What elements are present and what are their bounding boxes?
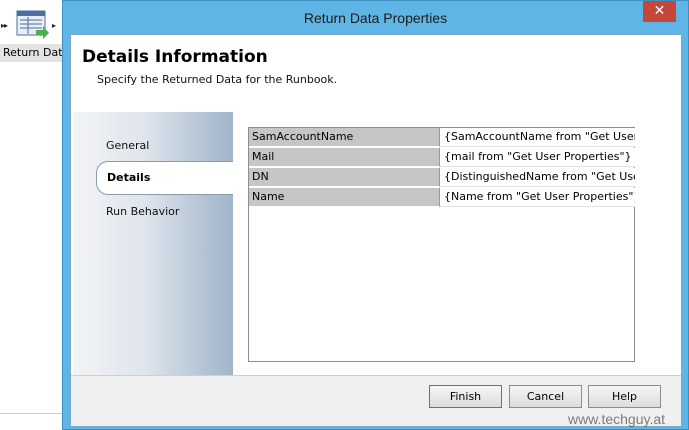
activity-input-arrow-icon: ▸▸ bbox=[1, 21, 8, 30]
returned-data-grid[interactable]: SamAccountName {SamAccountName from "Get… bbox=[248, 127, 635, 362]
table-row[interactable]: DN {DistinguishedName from "Get User Pro… bbox=[249, 168, 635, 188]
nav-item-details-label: Details bbox=[107, 171, 151, 184]
activity-label[interactable]: Return Data bbox=[0, 44, 64, 62]
navigation-pane: General Details Run Behavior bbox=[73, 112, 233, 375]
parameter-value-cell[interactable]: {mail from "Get User Properties"} bbox=[439, 148, 635, 167]
page-title: Details Information bbox=[82, 47, 268, 67]
close-button[interactable]: ✕ bbox=[643, 1, 676, 22]
dialog-client-area: Details Information Specify the Returned… bbox=[70, 34, 682, 427]
nav-item-run-behavior[interactable]: Run Behavior bbox=[106, 205, 179, 218]
return-data-icon[interactable] bbox=[16, 10, 50, 40]
watermark: www.techguy.at bbox=[568, 411, 666, 427]
table-row[interactable]: Mail {mail from "Get User Properties"} bbox=[249, 148, 635, 168]
nav-item-details[interactable]: Details bbox=[96, 161, 233, 195]
content-area: General Details Run Behavior SamAccountN… bbox=[71, 105, 681, 375]
parameter-name-cell: DN bbox=[249, 168, 439, 187]
cancel-button[interactable]: Cancel bbox=[509, 385, 582, 408]
table-row[interactable]: SamAccountName {SamAccountName from "Get… bbox=[249, 128, 635, 148]
nav-item-general[interactable]: General bbox=[106, 139, 149, 152]
activity-output-arrow-icon: ▸ bbox=[52, 21, 57, 30]
parameter-value-cell[interactable]: {Name from "Get User Properties"} bbox=[439, 188, 635, 207]
parameter-value-cell[interactable]: {DistinguishedName from "Get User Proper… bbox=[439, 168, 635, 187]
canvas-divider bbox=[0, 413, 64, 414]
return-data-properties-dialog: Return Data Properties ✕ Details Informa… bbox=[62, 0, 689, 430]
finish-button[interactable]: Finish bbox=[429, 385, 502, 408]
parameter-name-cell: Name bbox=[249, 188, 439, 207]
parameter-name-cell: SamAccountName bbox=[249, 128, 439, 147]
page-subtitle: Specify the Returned Data for the Runboo… bbox=[97, 73, 338, 86]
title-bar[interactable]: Return Data Properties ✕ bbox=[63, 1, 688, 35]
table-row[interactable]: Name {Name from "Get User Properties"} bbox=[249, 188, 635, 208]
help-button[interactable]: Help bbox=[588, 385, 661, 408]
details-header: Details Information Specify the Returned… bbox=[71, 35, 681, 105]
parameter-value-cell[interactable]: {SamAccountName from "Get User Propertie… bbox=[439, 128, 635, 147]
parameter-name-cell: Mail bbox=[249, 148, 439, 167]
close-icon: ✕ bbox=[653, 3, 666, 19]
window-title: Return Data Properties bbox=[303, 10, 448, 26]
